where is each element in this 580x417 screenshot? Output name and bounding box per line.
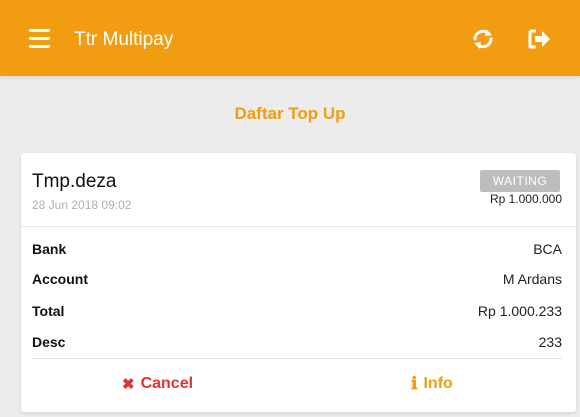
card-header: Tmp.deza 28 Jun 2018 09:02 WAITING Rp 1.… <box>21 153 576 227</box>
info-button[interactable]: ℹ Info <box>411 373 453 395</box>
status-badge: WAITING <box>480 170 560 192</box>
row-value: BCA <box>533 241 562 257</box>
info-icon: ℹ <box>411 373 418 394</box>
hamburger-icon <box>29 29 50 32</box>
amount-text: Rp 1.000.000 <box>489 192 562 206</box>
refresh-button[interactable] <box>470 26 496 52</box>
row-value: Rp 1.000.233 <box>477 303 562 319</box>
user-name: Tmp.deza <box>32 171 117 192</box>
row-value: M Ardans <box>502 271 562 287</box>
row-value: 233 <box>538 334 562 350</box>
divider <box>32 358 562 359</box>
row-label: Total <box>32 303 65 319</box>
row-total: Total Rp 1.000.233 <box>32 301 562 321</box>
logout-icon <box>528 29 550 49</box>
cancel-label: Cancel <box>140 375 194 392</box>
row-desc: Desc 233 <box>32 332 562 352</box>
x-icon: ✖ <box>122 375 135 393</box>
app-header: Ttr Multipay <box>0 0 580 76</box>
cancel-button[interactable]: ✖ Cancel <box>122 373 193 395</box>
info-label: Info <box>423 375 453 392</box>
row-bank: Bank BCA <box>32 239 562 259</box>
refresh-icon <box>473 29 493 49</box>
date-text: 28 Jun 2018 09:02 <box>32 198 132 212</box>
menu-button[interactable] <box>29 29 50 48</box>
topup-card: Tmp.deza 28 Jun 2018 09:02 WAITING Rp 1.… <box>21 153 576 412</box>
logout-button[interactable] <box>527 28 551 50</box>
row-label: Desc <box>32 334 66 350</box>
app-title: Ttr Multipay <box>74 29 174 50</box>
row-label: Account <box>32 271 88 287</box>
page-title: Daftar Top Up <box>234 104 346 123</box>
row-label: Bank <box>32 241 67 257</box>
row-account: Account M Ardans <box>32 269 562 289</box>
